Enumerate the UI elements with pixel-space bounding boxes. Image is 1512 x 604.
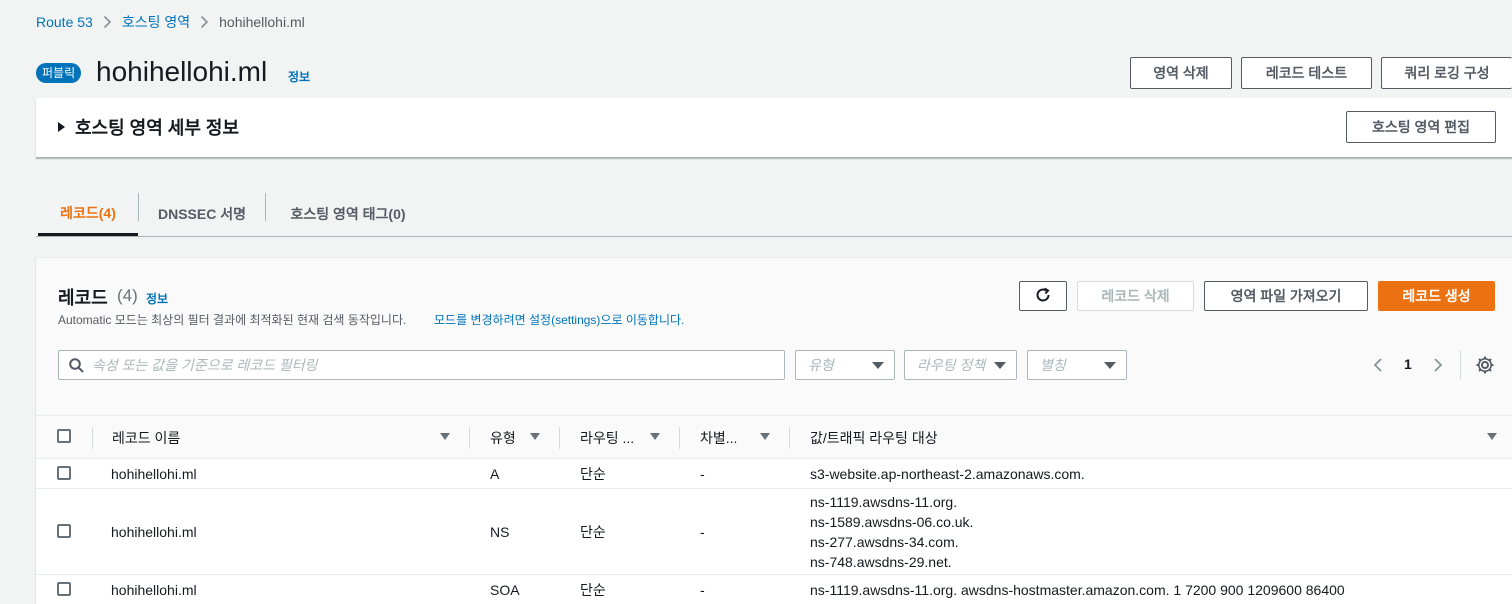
select-all-checkbox[interactable] [57, 429, 71, 443]
pagination-divider [1460, 350, 1461, 380]
record-name[interactable]: hohihellohi.ml [111, 464, 197, 484]
record-value: ns-1119.awsdns-11.org. awsdns-hostmaster… [810, 582, 1345, 598]
sort-caret-icon[interactable] [440, 433, 450, 440]
record-differentiator: - [700, 466, 705, 482]
delete-record-button[interactable]: 레코드 삭제 [1077, 281, 1194, 311]
record-differentiator: - [700, 582, 705, 598]
gear-icon[interactable] [1475, 355, 1495, 380]
sort-caret-icon[interactable] [1487, 433, 1497, 440]
hosted-zone-details-title: 호스팅 영역 세부 정보 [75, 118, 240, 138]
routing-filter-select[interactable]: 라우팅 정책 [904, 350, 1017, 380]
row-checkbox[interactable] [57, 524, 71, 538]
previous-page-icon[interactable] [1372, 357, 1384, 378]
column-header-routing[interactable]: 라우팅 ... [580, 428, 634, 448]
record-type: A [490, 466, 500, 482]
column-divider [559, 427, 560, 449]
hosted-zone-details-toggle[interactable]: 호스팅 영역 세부 정보 [58, 114, 239, 140]
sort-caret-icon[interactable] [650, 433, 660, 440]
record-value: ns-1119.awsdns-11.org. [810, 494, 958, 510]
table-row[interactable] [36, 459, 1512, 489]
records-table-header [36, 415, 1512, 459]
page-title: hohihellohi.ml [96, 56, 268, 87]
records-description: Automatic 모드는 최상의 필터 결과에 최적화된 현재 검색 동작입니… [58, 313, 407, 327]
query-logging-button[interactable]: 쿼리 로깅 구성 [1381, 57, 1512, 89]
search-input[interactable] [92, 352, 784, 378]
record-type: NS [490, 524, 510, 540]
chevron-right-icon [103, 15, 112, 29]
record-value: ns-277.awsdns-34.com. [810, 534, 959, 550]
record-type: SOA [490, 582, 520, 598]
delete-zone-button[interactable]: 영역 삭제 [1130, 57, 1232, 89]
settings-link[interactable]: 모드를 변경하려면 설정(settings)으로 이동합니다. [434, 311, 684, 328]
tab-dnssec[interactable]: DNSSEC 서명 [139, 192, 265, 236]
breadcrumb-current: hohihellohi.ml [219, 14, 305, 30]
record-name[interactable]: hohihellohi.ml [111, 522, 197, 542]
public-badge: 퍼블릭 [36, 63, 82, 83]
column-divider [92, 427, 93, 449]
record-search [58, 350, 785, 380]
record-value: ns-1589.awsdns-06.co.uk. [810, 514, 974, 530]
column-header-value[interactable]: 값/트래픽 라우팅 대상 [810, 428, 938, 448]
chevron-right-icon [200, 15, 209, 29]
next-page-icon[interactable] [1432, 357, 1444, 378]
record-routing: 단순 [580, 582, 606, 598]
caret-down-icon [872, 361, 884, 369]
caret-right-icon [58, 122, 65, 132]
record-value: s3-website.ap-northeast-2.amazonaws.com. [810, 466, 1085, 482]
column-header-type[interactable]: 유형 [490, 428, 516, 448]
column-divider [679, 427, 680, 449]
row-checkbox[interactable] [57, 582, 71, 596]
caret-down-icon [1104, 361, 1116, 369]
alias-filter-label: 별칭 [1040, 357, 1066, 373]
breadcrumb-route53-link[interactable]: Route 53 [36, 14, 93, 30]
import-zone-file-button[interactable]: 영역 파일 가져오기 [1204, 281, 1368, 311]
refresh-icon [1034, 286, 1052, 307]
records-title: 레코드 [58, 288, 108, 308]
type-filter-select[interactable]: 유형 [795, 350, 895, 380]
record-routing: 단순 [580, 466, 606, 482]
type-filter-label: 유형 [808, 357, 834, 373]
row-checkbox[interactable] [57, 466, 71, 480]
routing-filter-label: 라우팅 정책 [917, 357, 986, 373]
alias-filter-select[interactable]: 별칭 [1027, 350, 1127, 380]
create-record-button[interactable]: 레코드 생성 [1378, 281, 1495, 311]
sort-caret-icon[interactable] [530, 433, 540, 440]
title-info-link[interactable]: 정보 [288, 68, 310, 85]
refresh-button[interactable] [1019, 281, 1067, 311]
tab-records[interactable]: 레코드(4) [38, 192, 138, 236]
column-divider [469, 427, 470, 449]
record-differentiator: - [700, 524, 705, 540]
test-record-button[interactable]: 레코드 테스트 [1241, 57, 1372, 89]
caret-down-icon [994, 361, 1006, 369]
tab-tags[interactable]: 호스팅 영역 태그(0) [266, 192, 430, 236]
search-icon [69, 357, 84, 373]
edit-hosted-zone-button[interactable]: 호스팅 영역 편집 [1346, 111, 1496, 143]
records-info-link[interactable]: 정보 [146, 290, 168, 307]
record-value: ns-748.awsdns-29.net. [810, 554, 952, 570]
current-page[interactable]: 1 [1404, 356, 1412, 372]
table-row[interactable] [36, 489, 1512, 575]
breadcrumb-hosted-zones-link[interactable]: 호스팅 영역 [122, 12, 190, 32]
sort-caret-icon[interactable] [760, 433, 770, 440]
column-header-name[interactable]: 레코드 이름 [112, 428, 180, 448]
hosted-zone-details-panel [36, 98, 1512, 158]
records-count: (4) [117, 286, 138, 305]
breadcrumb: Route 53 호스팅 영역 hohihellohi.ml [36, 13, 305, 31]
record-routing: 단순 [580, 524, 606, 540]
tabs-divider [36, 236, 1512, 237]
column-header-differentiator[interactable]: 차별... [700, 428, 737, 448]
record-name[interactable]: hohihellohi.ml [111, 580, 197, 600]
column-divider [789, 427, 790, 449]
